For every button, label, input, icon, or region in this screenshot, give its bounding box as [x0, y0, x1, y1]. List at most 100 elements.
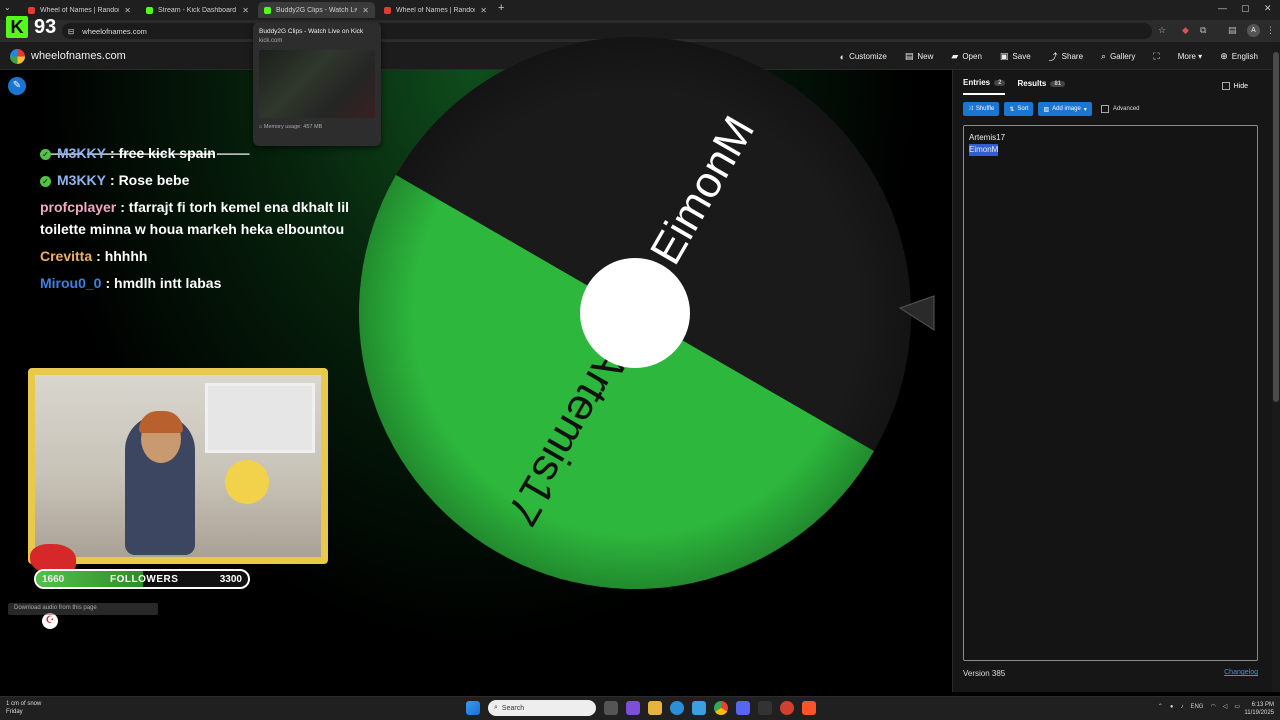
menu-item-label: More ▾	[1177, 52, 1203, 61]
battery-icon[interactable]: ▭	[1234, 703, 1240, 710]
verified-badge-icon: ✓	[40, 176, 51, 187]
menu-item-gallery[interactable]: ⌕ Gallery	[1101, 50, 1135, 63]
discord-icon[interactable]	[736, 701, 750, 715]
close-tab-icon[interactable]: ✕	[362, 6, 369, 15]
file-explorer-icon[interactable]	[648, 701, 662, 715]
chevron-up-icon[interactable]: ⌃	[1158, 703, 1163, 710]
menu-item-english[interactable]: ⊕ English	[1220, 50, 1258, 63]
hide-checkbox[interactable]: Hide	[1221, 82, 1248, 90]
profile-avatar[interactable]: A	[1247, 24, 1260, 37]
chevron-down-icon: ▾	[1083, 106, 1087, 113]
close-tab-icon[interactable]: ✕	[124, 6, 131, 15]
name-wheel[interactable]: EimonMArtemis17	[359, 37, 911, 589]
store-icon[interactable]	[692, 701, 706, 715]
panel-tabs: Entries 2 Results 81	[963, 78, 1066, 95]
webcam-plush-toy	[225, 460, 269, 504]
tray-app-icon[interactable]: ●	[1170, 704, 1174, 710]
app-icon[interactable]	[780, 701, 794, 715]
menu-item-label: Gallery	[1110, 52, 1136, 61]
chat-text: : free kick spain	[110, 145, 216, 161]
tab-label: Results	[1017, 79, 1047, 88]
menu-item-label: Share	[1061, 52, 1084, 61]
preview-domain: kick.com	[259, 38, 283, 44]
wifi-icon[interactable]: ◠	[1210, 703, 1215, 710]
browser-menu-icon[interactable]: ⋮	[1266, 25, 1275, 36]
followers-label: FOLLOWERS	[110, 574, 179, 585]
brave-icon[interactable]	[802, 701, 816, 715]
terminal-icon[interactable]	[758, 701, 772, 715]
tab-entries[interactable]: Entries 2	[963, 78, 1006, 95]
tab-label: Stream - Kick Dashboard	[158, 6, 237, 14]
close-tab-icon[interactable]: ✕	[242, 6, 249, 15]
kick-viewer-overlay: K 93	[6, 12, 86, 42]
preview-thumbnail	[259, 50, 375, 118]
kick-logo: K	[6, 16, 28, 38]
app-title[interactable]: wheelofnames.com	[31, 50, 126, 62]
entries-textarea[interactable]: Artemis17 EimonM	[963, 125, 1258, 661]
chat-message: profcplayer: tfarrajt fi torh kemel ena …	[40, 196, 360, 240]
volume-icon[interactable]: ◁	[1223, 703, 1228, 710]
weather-widget[interactable]: 1 cm of snow Friday	[6, 700, 41, 716]
fullscreen-icon: ⛶	[1153, 51, 1160, 61]
edge-icon[interactable]	[670, 701, 684, 715]
download-audio-banner[interactable]: Download audio from this page	[8, 603, 158, 615]
sort-button[interactable]: ⇅ Sort	[1004, 102, 1034, 116]
chat-username[interactable]: M3KKY	[57, 172, 106, 188]
wheel-logo-icon[interactable]	[10, 49, 25, 64]
close-tab-icon[interactable]: ✕	[480, 6, 487, 15]
extension-icon[interactable]: ◆	[1182, 25, 1189, 36]
minimize-icon[interactable]: —	[1218, 3, 1227, 13]
windows-start-icon[interactable]	[466, 701, 480, 715]
changelog-link[interactable]: Changelog	[1224, 669, 1258, 676]
kick-favicon-icon	[146, 6, 153, 14]
globe-icon: ⊕	[1220, 51, 1228, 61]
microphone-icon[interactable]: ♪	[1180, 704, 1183, 710]
menu-item-label: English	[1231, 52, 1258, 61]
chat-username[interactable]: Mirou0_0	[40, 275, 101, 291]
followers-current: 1660	[42, 574, 65, 585]
menu-item-open[interactable]: ▰ Open	[951, 50, 982, 63]
close-window-icon[interactable]: ✕	[1264, 3, 1272, 14]
wheel-hub[interactable]	[580, 258, 690, 368]
share-icon: ⤴	[1048, 52, 1058, 62]
entry-text: Artemis17	[969, 133, 1006, 142]
tab-results[interactable]: Results 81	[1017, 78, 1066, 95]
extensions-puzzle-icon[interactable]: ⧉	[1200, 25, 1206, 36]
menu-item-share[interactable]: ⤴ Share	[1049, 50, 1083, 63]
task-view-icon[interactable]	[604, 701, 618, 715]
bookmark-star-icon[interactable]: ☆	[1158, 25, 1166, 36]
wheel-pointer-icon	[898, 295, 935, 331]
chat-username[interactable]: profcplayer	[40, 199, 116, 215]
chat-username[interactable]: M3KKY	[57, 145, 106, 161]
kick-favicon-icon	[264, 6, 271, 14]
chrome-icon[interactable]	[714, 701, 728, 715]
edit-pencil-button[interactable]: ✎	[8, 77, 26, 95]
menu-item-fullscreen[interactable]: ⛶	[1153, 50, 1159, 63]
browser-tab[interactable]: Stream - Kick Dashboard ✕	[140, 2, 255, 18]
scrollbar-thumb[interactable]	[1273, 52, 1279, 402]
new-tab-icon[interactable]: +	[498, 2, 504, 14]
menu-item-label: Save	[1012, 52, 1031, 61]
menu-item-save[interactable]: ▣ Save	[1000, 50, 1031, 63]
shuffle-button[interactable]: ⤨ Shuffle	[963, 102, 1000, 116]
browser-tab-active[interactable]: Buddy2G Clips - Watch Live on Kick ✕	[258, 2, 375, 18]
preview-title: Buddy2G Clips - Watch Live on Kick	[259, 28, 364, 35]
sidebar-icon[interactable]: ▤	[1228, 25, 1237, 36]
system-clock[interactable]: 6:13 PM 11/19/2025	[1244, 701, 1274, 717]
chat-username[interactable]: Crevitta	[40, 248, 92, 264]
taskbar-search[interactable]: ⌕ Search	[488, 700, 596, 716]
language-indicator[interactable]: ENG	[1190, 704, 1203, 710]
advanced-checkbox[interactable]: Advanced	[1100, 105, 1140, 113]
menu-item-more[interactable]: More ▾	[1178, 50, 1202, 63]
weather-line2: Friday	[6, 709, 23, 715]
tab-search-icon[interactable]: ⌄	[4, 3, 11, 12]
search-icon: ⌕	[1101, 51, 1107, 61]
browser-tab[interactable]: Wheel of Names | Random name picker ✕	[378, 2, 493, 18]
app-icon[interactable]	[626, 701, 640, 715]
crescent-star-icon: ☪	[42, 613, 58, 629]
page-scrollbar[interactable]	[1272, 42, 1280, 692]
maximize-icon[interactable]: ▢	[1241, 3, 1250, 14]
memory-icon: ⌂	[259, 124, 263, 130]
tab-count: 2	[994, 79, 1006, 86]
add-image-button[interactable]: ▨ Add image ▾	[1038, 102, 1092, 116]
